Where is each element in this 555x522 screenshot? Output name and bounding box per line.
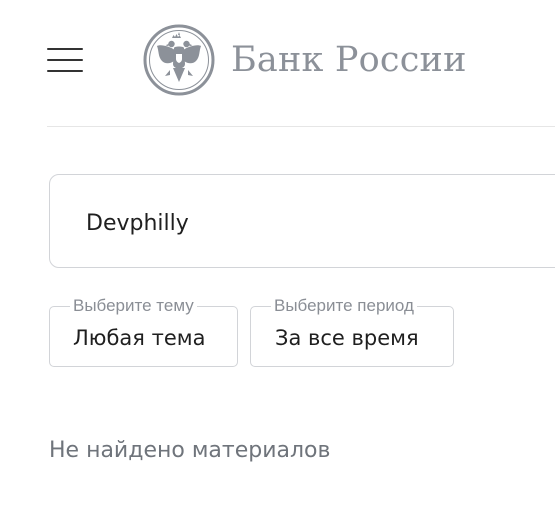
no-results-message: Не найдено материалов — [49, 438, 331, 463]
search-input[interactable] — [86, 205, 546, 241]
bank-logo-link[interactable]: Банк России — [143, 24, 467, 96]
hamburger-line — [47, 70, 83, 72]
bank-name-text: Банк России — [231, 40, 467, 80]
theme-filter-value: Любая тема — [73, 326, 206, 350]
double-headed-eagle-emblem-icon — [143, 24, 215, 96]
header-divider — [47, 126, 555, 127]
period-filter-select[interactable]: Выберите период За все время — [250, 297, 454, 367]
hamburger-line — [47, 48, 83, 50]
search-box[interactable] — [49, 174, 555, 268]
period-filter-label: Выберите период — [271, 297, 417, 315]
hamburger-menu-icon[interactable] — [47, 48, 83, 74]
period-filter-value: За все время — [275, 326, 419, 350]
theme-filter-select[interactable]: Выберите тему Любая тема — [49, 297, 238, 367]
theme-filter-label: Выберите тему — [70, 297, 197, 315]
hamburger-line — [47, 59, 83, 61]
page: Банк России Выберите тему Любая тема Выб… — [0, 0, 555, 522]
